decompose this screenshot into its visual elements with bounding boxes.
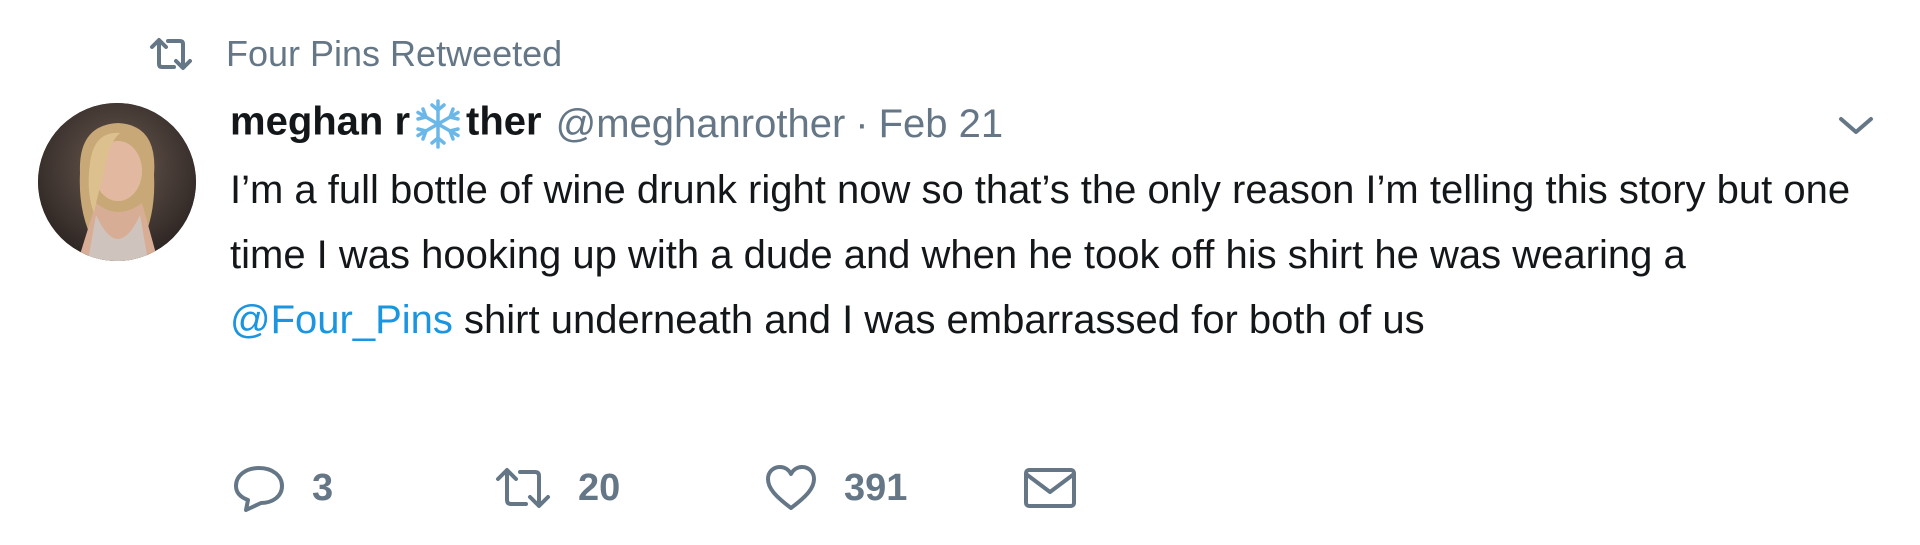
mention-link[interactable]: @Four_Pins: [230, 298, 453, 342]
author-name[interactable]: meghan r ther: [230, 98, 542, 150]
heart-icon: [764, 464, 818, 512]
retweet-button[interactable]: 20: [494, 460, 620, 516]
avatar[interactable]: [38, 103, 196, 261]
tweet-text: I’m a full bottle of wine drunk right no…: [230, 158, 1900, 353]
tweet-header: meghan r ther @meghanrother · Feb 21: [230, 96, 1003, 152]
tweet-actions: 3 20 391: [232, 460, 1232, 516]
reply-count: 3: [312, 466, 334, 509]
like-count: 391: [844, 466, 908, 509]
retweet-context: Four Pins Retweeted: [148, 32, 562, 76]
tweet-text-after: shirt underneath and I was embarrassed f…: [452, 298, 1425, 342]
retweet-icon: [148, 32, 200, 76]
separator-dot: ·: [855, 101, 869, 146]
retweet-context-label[interactable]: Four Pins Retweeted: [226, 33, 562, 75]
author-name-part2: ther: [466, 99, 542, 144]
author-handle[interactable]: @meghanrother: [556, 102, 846, 147]
envelope-icon: [1022, 464, 1078, 512]
like-button[interactable]: 391: [764, 460, 907, 516]
reply-icon: [232, 464, 286, 512]
reply-button[interactable]: 3: [232, 460, 333, 516]
direct-message-button[interactable]: [1022, 460, 1078, 516]
chevron-down-icon[interactable]: [1836, 112, 1876, 140]
tweet: Four Pins Retweeted meghan r ther @megha…: [0, 0, 1920, 545]
tweet-text-before: I’m a full bottle of wine drunk right no…: [230, 168, 1851, 277]
author-name-part1: meghan r: [230, 99, 411, 144]
retweet-icon: [494, 466, 552, 510]
snowflake-icon: [412, 98, 464, 150]
retweet-count: 20: [578, 466, 621, 509]
tweet-date[interactable]: Feb 21: [879, 102, 1004, 147]
